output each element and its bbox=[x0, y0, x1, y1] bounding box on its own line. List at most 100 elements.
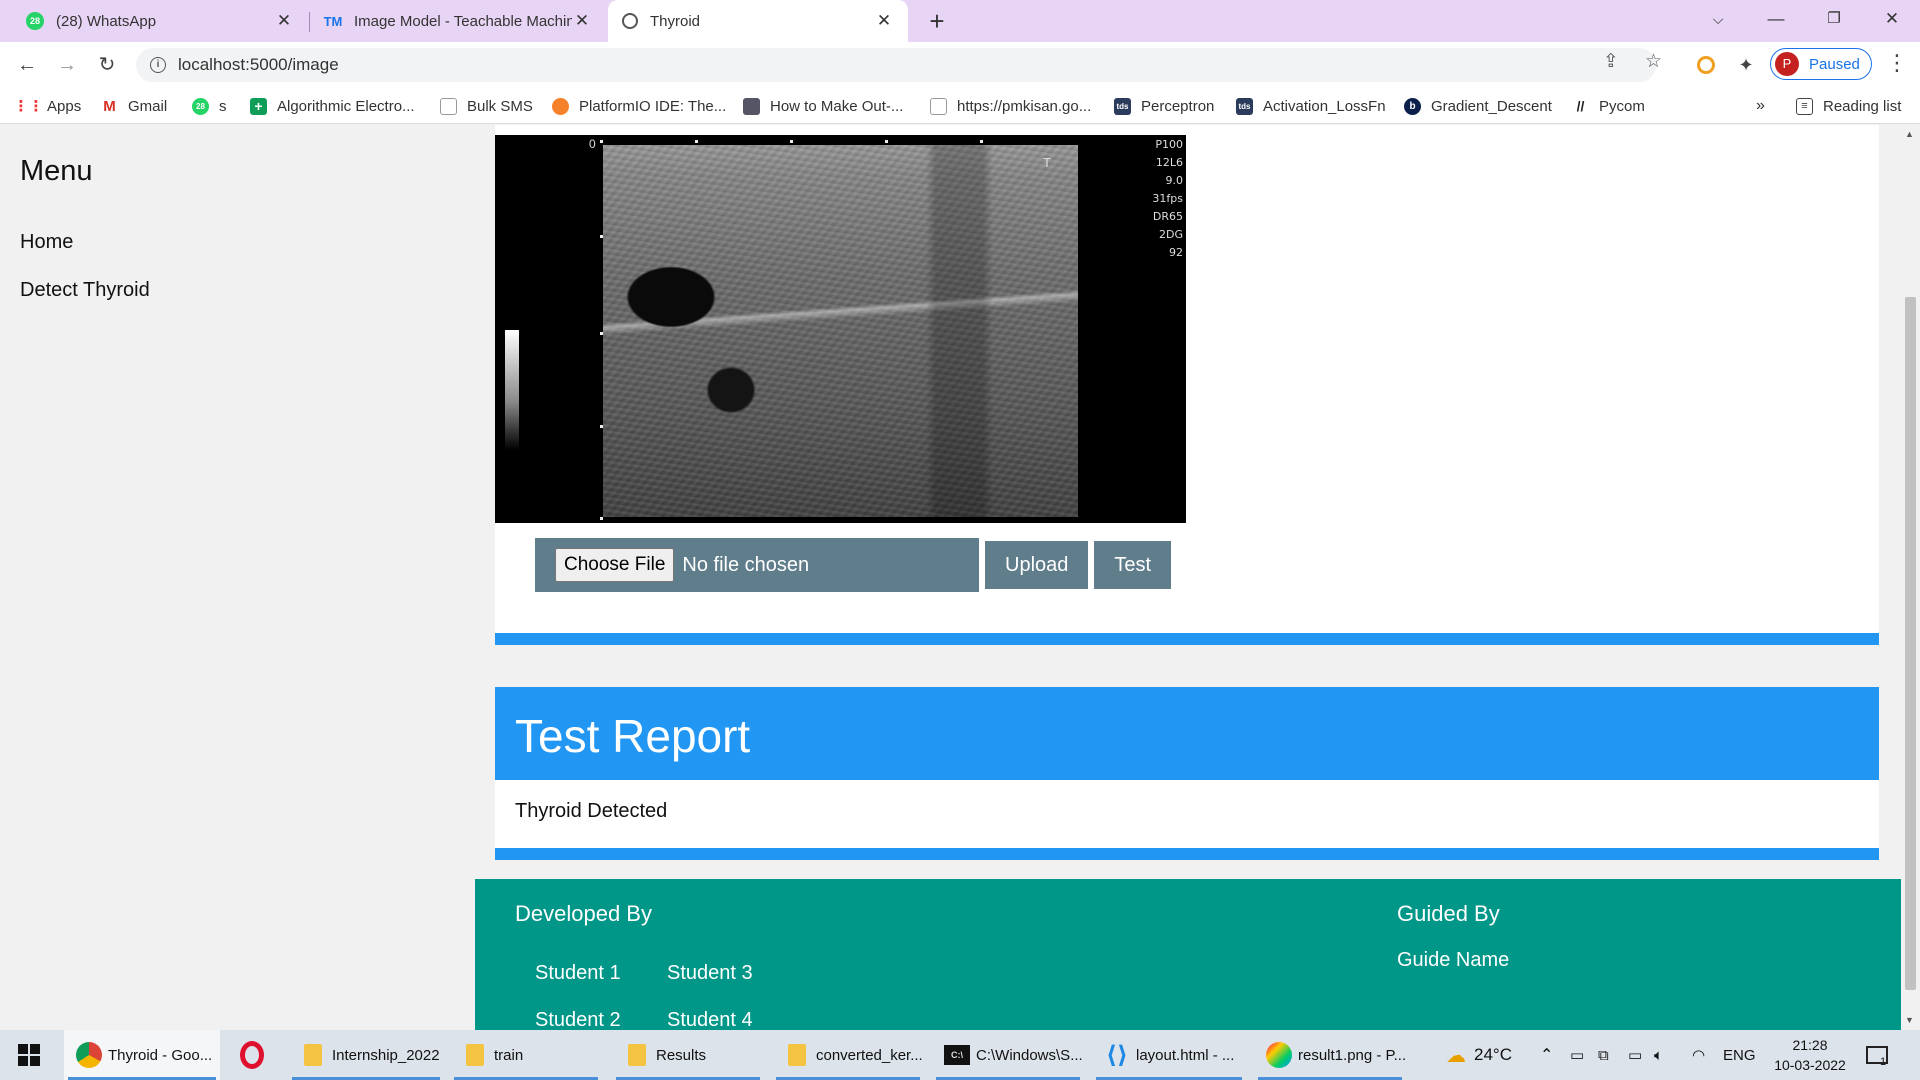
bookmark-perceptron[interactable]: tds Perceptron bbox=[1114, 88, 1214, 124]
depth-tick bbox=[600, 425, 603, 428]
plus-sheet-icon: + bbox=[250, 97, 267, 115]
depth-tick bbox=[980, 140, 983, 143]
address-bar[interactable]: i localhost:5000/image bbox=[136, 48, 1656, 82]
taskbar-vscode[interactable]: ⟨⟩ layout.html - ... bbox=[1092, 1030, 1246, 1080]
taskbar-folder-converted[interactable]: converted_ker... bbox=[772, 1030, 924, 1080]
taskbar-opera[interactable] bbox=[228, 1030, 280, 1080]
platformio-icon bbox=[552, 97, 569, 115]
bookmark-how-to-make[interactable]: How to Make Out-... bbox=[743, 88, 903, 124]
reading-list-icon: ≡ bbox=[1796, 97, 1813, 115]
upload-button[interactable]: Upload bbox=[985, 541, 1089, 589]
more-bookmarks-chevron-icon[interactable]: » bbox=[1756, 88, 1765, 124]
folder-icon bbox=[462, 1042, 488, 1068]
file-input-field[interactable]: Choose File No file chosen bbox=[535, 538, 979, 592]
page-scrollbar[interactable]: ▲ ▼ bbox=[1901, 125, 1920, 1030]
wifi-icon[interactable]: ◠ bbox=[1692, 1030, 1705, 1080]
url-text[interactable]: localhost:5000/image bbox=[178, 55, 339, 75]
browser-tab-strip: 28 (28) WhatsApp ✕ TM Image Model - Teac… bbox=[0, 0, 1920, 42]
taskbar-paint[interactable]: result1.png - P... bbox=[1254, 1030, 1406, 1080]
taskbar-chrome[interactable]: Thyroid - Goo... bbox=[64, 1030, 220, 1080]
reading-list-button[interactable]: ≡ Reading list bbox=[1796, 88, 1901, 124]
document-icon bbox=[440, 97, 457, 115]
temperature-text: 24°C bbox=[1474, 1045, 1512, 1064]
windows-logo-icon bbox=[18, 1044, 40, 1066]
back-arrow-icon[interactable]: ← bbox=[12, 50, 42, 80]
upload-form: Choose File No file chosen Upload Test bbox=[535, 538, 1172, 592]
site-info-icon[interactable]: i bbox=[150, 57, 166, 73]
bookmark-platformio[interactable]: PlatformIO IDE: The... bbox=[552, 88, 726, 124]
battery-icon[interactable]: ▭ bbox=[1628, 1030, 1642, 1080]
close-tab-icon[interactable]: ✕ bbox=[572, 11, 592, 31]
tab-search-chevron-icon[interactable]: ⌵ bbox=[1690, 0, 1746, 38]
ultrasound-shadow bbox=[603, 145, 1078, 517]
weather-widget[interactable]: ☁ 24°C bbox=[1446, 1030, 1512, 1080]
teachable-machine-icon: TM bbox=[323, 13, 343, 29]
ultrasound-image: 0 P100 12L6 9.0 31fps DR65 2DG 92 T bbox=[495, 135, 1186, 523]
reload-icon[interactable]: ↻ bbox=[92, 50, 122, 80]
bookmark-s[interactable]: 28 s bbox=[192, 88, 227, 124]
sidebar-item-home[interactable]: Home bbox=[20, 231, 73, 254]
bookmark-bulk-sms[interactable]: Bulk SMS bbox=[440, 88, 533, 124]
restore-window-icon[interactable]: ❐ bbox=[1806, 0, 1862, 38]
scroll-down-arrow-icon[interactable]: ▼ bbox=[1905, 1015, 1914, 1025]
bookmark-algorithmic[interactable]: + Algorithmic Electro... bbox=[250, 88, 415, 124]
student-name: Student 3 bbox=[667, 962, 753, 984]
student-name: Student 1 bbox=[535, 962, 621, 984]
system-clock[interactable]: 21:28 10-03-2022 bbox=[1764, 1035, 1856, 1075]
tray-chevron-up-icon[interactable]: ⌃ bbox=[1540, 1030, 1553, 1080]
start-button[interactable] bbox=[0, 1030, 60, 1080]
new-tab-button[interactable]: + bbox=[922, 6, 952, 36]
depth-tick bbox=[885, 140, 888, 143]
report-footer-bar bbox=[495, 848, 1879, 860]
tab-whatsapp[interactable]: 28 (28) WhatsApp ✕ bbox=[12, 0, 308, 42]
bookmark-activation-lossfn[interactable]: tds Activation_LossFn bbox=[1236, 88, 1386, 124]
taskbar-folder-results[interactable]: Results bbox=[612, 1030, 764, 1080]
bookmark-pmkisan[interactable]: https://pmkisan.go... bbox=[930, 88, 1091, 124]
clock-date: 10-03-2022 bbox=[1774, 1057, 1846, 1073]
profile-button[interactable]: P Paused bbox=[1770, 48, 1872, 80]
sidebar-item-detect-thyroid[interactable]: Detect Thyroid bbox=[20, 279, 150, 302]
taskbar-cmd[interactable]: C:\ C:\Windows\S... bbox=[932, 1030, 1084, 1080]
avatar: P bbox=[1775, 52, 1799, 76]
forward-arrow-icon[interactable]: → bbox=[52, 50, 82, 80]
close-tab-icon[interactable]: ✕ bbox=[874, 11, 894, 31]
taskbar-folder-train[interactable]: train bbox=[450, 1030, 602, 1080]
language-indicator[interactable]: ENG bbox=[1723, 1030, 1756, 1080]
tray-meet-icon[interactable]: ▭ bbox=[1570, 1030, 1584, 1080]
page-viewport: Menu Home Detect Thyroid 0 P100 12L6 9.0… bbox=[0, 125, 1920, 1030]
student-name: Student 4 bbox=[667, 1009, 753, 1030]
tab-title: Thyroid bbox=[650, 12, 701, 30]
scrollbar-thumb[interactable] bbox=[1905, 297, 1916, 990]
close-window-icon[interactable]: ✕ bbox=[1864, 0, 1920, 38]
notification-icon bbox=[1866, 1046, 1888, 1064]
test-button[interactable]: Test bbox=[1094, 541, 1172, 589]
tab-title: (28) WhatsApp bbox=[56, 12, 157, 30]
bookmark-pycom[interactable]: //Pycom bbox=[1572, 88, 1645, 124]
bookmark-apps[interactable]: ⋮⋮ Apps bbox=[13, 88, 82, 124]
bookmark-gmail[interactable]: M Gmail bbox=[101, 88, 167, 124]
bookmark-star-icon[interactable]: ☆ bbox=[1645, 50, 1662, 73]
depth-tick bbox=[600, 517, 603, 520]
minimize-window-icon[interactable]: — bbox=[1748, 0, 1804, 38]
choose-file-button[interactable]: Choose File bbox=[555, 548, 675, 582]
tray-screen-icon[interactable]: ⧉ bbox=[1598, 1030, 1609, 1080]
close-tab-icon[interactable]: ✕ bbox=[274, 11, 294, 31]
tab-thyroid[interactable]: Thyroid ✕ bbox=[608, 0, 908, 42]
sidebar-title: Menu bbox=[20, 155, 93, 187]
puzzle-extensions-icon[interactable]: ✦ bbox=[1733, 52, 1759, 78]
bookmark-gradient-descent[interactable]: b Gradient_Descent bbox=[1404, 88, 1552, 124]
menu-kebab-icon[interactable]: ⋮ bbox=[1886, 50, 1908, 76]
notification-button[interactable]: 1 bbox=[1866, 1030, 1888, 1080]
guide-name: Guide Name bbox=[1397, 949, 1510, 971]
apps-grid-icon: ⋮⋮ bbox=[13, 98, 44, 115]
volume-icon[interactable]: 🔈︎ bbox=[1654, 1030, 1663, 1080]
share-icon[interactable]: ⇪ bbox=[1603, 50, 1619, 73]
guided-by-heading: Guided By bbox=[1397, 901, 1500, 926]
folder-icon bbox=[784, 1042, 810, 1068]
taskbar-folder-internship[interactable]: Internship_2022 bbox=[288, 1030, 444, 1080]
sidebar: Menu Home Detect Thyroid bbox=[0, 125, 475, 1030]
grayscale-bar bbox=[505, 330, 519, 450]
tab-teachable-machine[interactable]: TM Image Model - Teachable Machin ✕ bbox=[310, 0, 606, 42]
scroll-up-arrow-icon[interactable]: ▲ bbox=[1905, 129, 1914, 139]
extension-icon[interactable] bbox=[1693, 52, 1719, 78]
